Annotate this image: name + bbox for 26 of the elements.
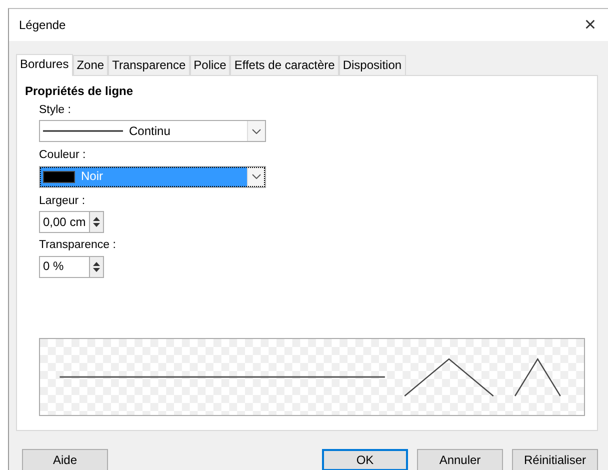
width-field[interactable]: 0,00 cm — [39, 211, 89, 234]
field-label: Transparence : — [39, 238, 117, 252]
transparency-field[interactable]: 0 % — [39, 256, 89, 278]
spin-buttons[interactable] — [89, 256, 104, 278]
spin-buttons[interactable] — [89, 211, 104, 234]
window-title: Légende — [19, 18, 66, 32]
field-label: Style : — [39, 103, 72, 118]
tab[interactable]: Effets de caractère — [230, 55, 339, 75]
tab[interactable]: Bordures — [16, 54, 73, 76]
caret-icon — [252, 174, 261, 180]
dialog-button[interactable]: OK — [322, 449, 408, 470]
dialog-button[interactable]: Réinitialiser — [512, 449, 598, 470]
caret-icon — [252, 128, 261, 134]
tab[interactable]: Police — [190, 55, 230, 75]
section-title: Propriétés de ligne — [25, 84, 134, 99]
dialog-button[interactable]: Annuler — [417, 449, 503, 470]
style-dropdown[interactable]: Continu — [39, 120, 266, 142]
spin-arrows-icon — [93, 216, 100, 228]
field-label: Couleur : — [39, 148, 87, 163]
dialog-button[interactable]: Aide — [22, 449, 108, 470]
tab[interactable]: Transparence — [108, 55, 190, 75]
spin-arrows-icon — [93, 260, 100, 272]
tab[interactable]: Disposition — [338, 55, 406, 75]
tab[interactable]: Zone — [72, 55, 108, 75]
field-label: Largeur : — [39, 194, 86, 208]
close-button[interactable]: × — [580, 15, 600, 35]
